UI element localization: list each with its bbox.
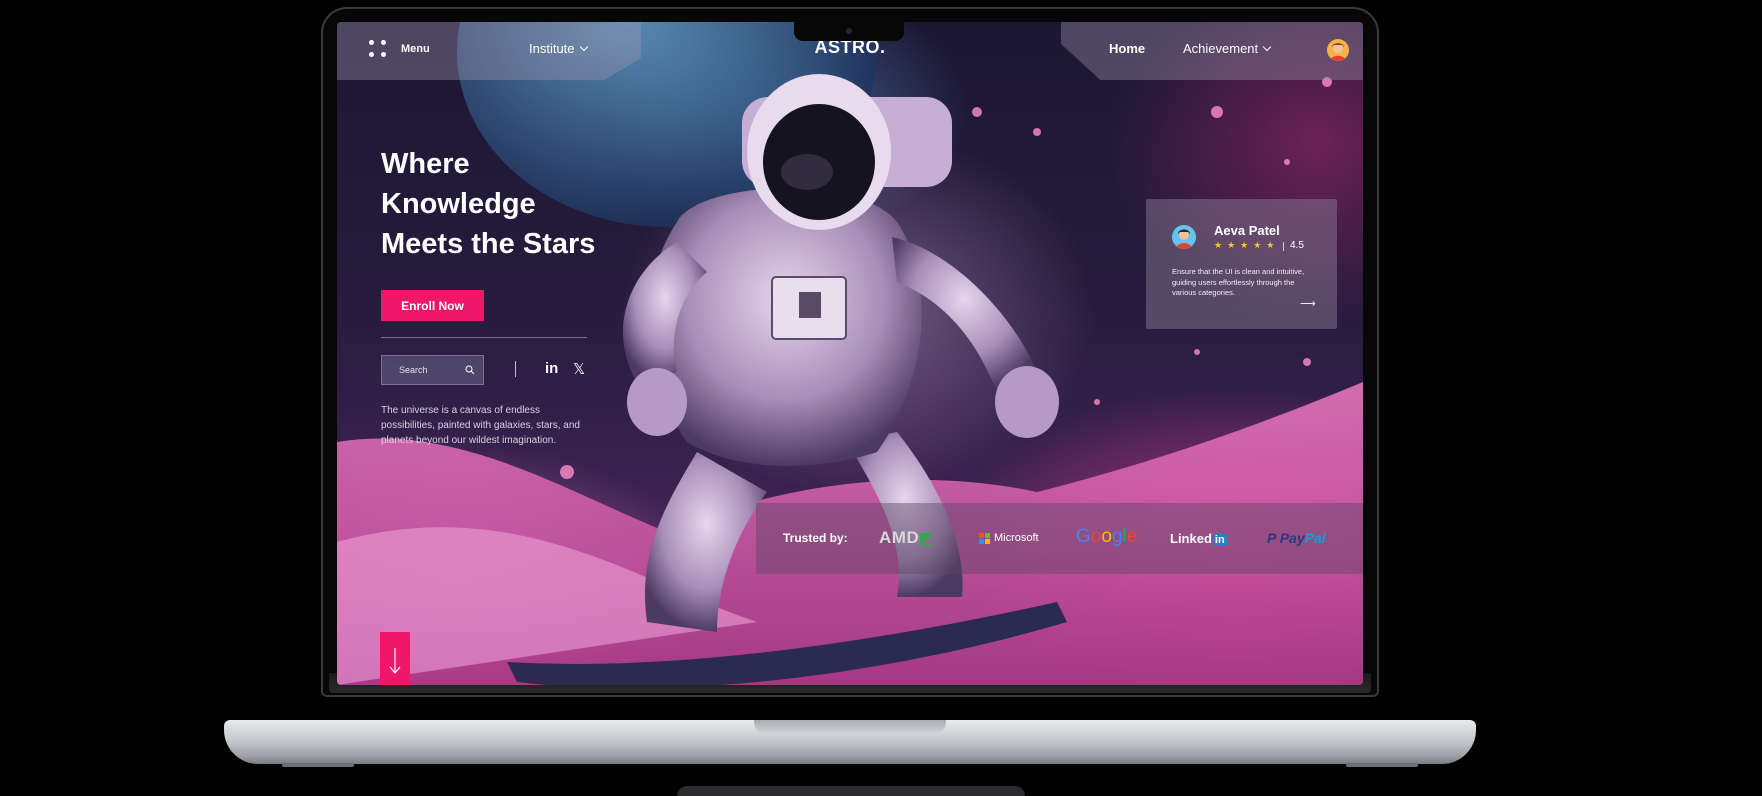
amd-arrow-icon: ◩ [919,530,934,547]
laptop-foot-left [282,763,354,767]
google-letter: e [1126,526,1138,547]
amd-logo-text: AMD [879,528,920,547]
review-card: Aeva Patel ★★★★★ 4.5 Ensure that the UI … [1146,199,1337,329]
nav-left-bar: Menu Institute [337,22,641,80]
linkedin-logo[interactable]: Linked in [1170,531,1227,546]
laptop-stand-shadow [677,786,1025,796]
camera-icon [846,28,852,34]
paypal-logo[interactable]: P PayPal [1267,530,1326,546]
paypal-logo-text: Pay [1279,530,1305,546]
google-letter: g [1111,526,1123,547]
microsoft-logo-text: Microsoft [994,532,1039,544]
rating-divider [1283,242,1284,251]
google-letter: o [1101,526,1112,547]
nav-home-label: Home [1109,41,1146,56]
trusted-by-label: Trusted by: [783,531,848,545]
user-avatar[interactable] [1327,39,1349,61]
hero-description: The universe is a canvas of endless poss… [381,405,580,446]
hero-title: Where Knowledge Meets the Stars [381,144,621,264]
scroll-down-button[interactable] [380,632,410,685]
chevron-down-icon [579,42,588,52]
star-rating-icon: ★★★★★ [1214,241,1280,251]
amd-logo[interactable]: AMD◩ [879,528,934,548]
google-letter: o [1090,526,1102,547]
nav-right-bar: Home Achievement [1061,22,1363,80]
microsoft-logo[interactable]: Microsoft [979,532,1039,544]
rating-value: 4.5 [1290,240,1304,251]
hero-title-line: Knowledge [381,188,536,220]
enroll-now-button[interactable]: Enroll Now [381,290,484,321]
astronaut-snowboard-illustration [337,22,1363,685]
hero-title-line: Meets the Stars [381,228,596,260]
search-box [381,355,484,385]
nav-institute-dropdown[interactable]: Institute [529,41,588,56]
website-screen: Menu Institute ASTRO. Home Achievement W… [337,22,1363,685]
nav-institute-label: Institute [529,41,575,56]
reviewer-name: Aeva Patel [1214,223,1280,238]
hero-title-line: Where [381,148,470,180]
review-text: Ensure that the UI is clean and intuitiv… [1172,267,1305,297]
menu-button[interactable]: Menu [369,40,430,58]
laptop-base-notch [754,720,946,734]
google-letter: G [1076,526,1091,547]
avatar-face-icon [1176,229,1192,249]
nav-achievement-dropdown[interactable]: Achievement [1183,41,1272,56]
avatar-face-icon [1330,43,1346,61]
hero-divider [381,337,587,338]
paypal-p-icon: P [1267,530,1280,546]
paypal-logo-text: Pal [1304,530,1326,546]
laptop-foot-right [1346,763,1418,767]
menu-label: Menu [401,43,430,55]
linkedin-logo-text: Linked [1170,531,1212,546]
arrow-down-icon [389,648,401,674]
linkedin-icon[interactable]: in [545,360,558,377]
laptop-base [224,720,1476,767]
social-divider [515,361,516,377]
google-logo[interactable]: Google [1076,526,1137,548]
linkedin-in-icon: in [1212,534,1227,546]
trusted-by-bar: Trusted by: AMD◩ Microsoft Google Linked… [756,503,1363,574]
search-icon[interactable] [465,365,475,375]
reviewer-avatar [1172,225,1196,249]
microsoft-grid-icon [979,532,990,544]
arrow-right-icon[interactable]: ⟶ [1300,297,1316,310]
camera-notch [794,22,904,41]
menu-grid-icon [369,40,387,58]
search-input[interactable] [397,364,465,376]
nav-achievement-label: Achievement [1183,41,1259,56]
x-twitter-icon[interactable]: 𝕏 [573,360,585,378]
chevron-down-icon [1262,42,1272,52]
nav-home-link[interactable]: Home [1109,41,1145,56]
